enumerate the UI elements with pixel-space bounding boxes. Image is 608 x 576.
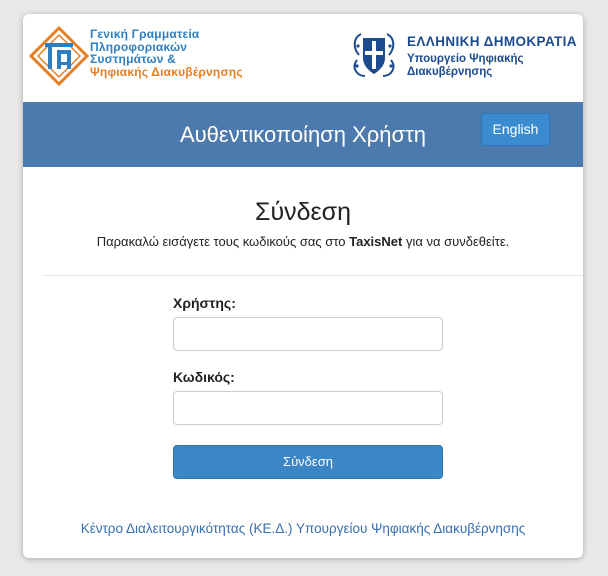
login-instructions: Παρακαλώ εισάγετε τους κωδικούς σας στο … (23, 234, 583, 249)
login-submit-button[interactable]: Σύνδεση (173, 445, 443, 479)
gov-logo-text: ΕΛΛΗΝΙΚΗ ΔΗΜΟΚΡΑΤΙΑ Υπουργείο Ψηφιακής Δ… (407, 34, 577, 79)
greek-coat-of-arms-icon (353, 33, 395, 77)
gsis-line-4: Ψηφιακής Διακυβέρνησης (90, 64, 243, 79)
gov-ministry-line-1: Υπουργείο Ψηφιακής (407, 53, 524, 65)
login-heading: Σύνδεση (254, 198, 352, 226)
gsis-logo-icon (29, 26, 89, 86)
login-card: Γενική Γραμματεία Πληροφοριακών Συστημάτ… (23, 14, 583, 558)
username-input[interactable] (173, 317, 443, 351)
gsis-line-1: Γενική Γραμματεία (90, 27, 200, 41)
instructions-text-after: για να συνδεθείτε. (402, 234, 510, 249)
username-label: Χρήστης: (173, 295, 236, 311)
gsis-logo-text: Γενική Γραμματεία Πληροφοριακών Συστημάτ… (90, 28, 243, 78)
gov-title: ΕΛΛΗΝΙΚΗ ΔΗΜΟΚΡΑΤΙΑ (407, 34, 577, 49)
instructions-taxisnet: TaxisNet (349, 234, 403, 249)
gsis-line-3: Συστημάτων & (90, 52, 177, 66)
gov-ministry-line-2: Διακυβέρνησης (407, 66, 493, 78)
password-input[interactable] (173, 391, 443, 425)
header-logos: Γενική Γραμματεία Πληροφοριακών Συστημάτ… (23, 14, 583, 102)
english-language-button[interactable]: English (481, 113, 550, 146)
instructions-text-before: Παρακαλώ εισάγετε τους κωδικούς σας στο (96, 234, 350, 249)
footer-link-ked[interactable]: Κέντρο Διαλειτουργικότητας (ΚΕ.Δ.) Υπουρ… (23, 521, 583, 536)
password-label: Κωδικός: (173, 369, 235, 385)
divider (43, 275, 583, 276)
